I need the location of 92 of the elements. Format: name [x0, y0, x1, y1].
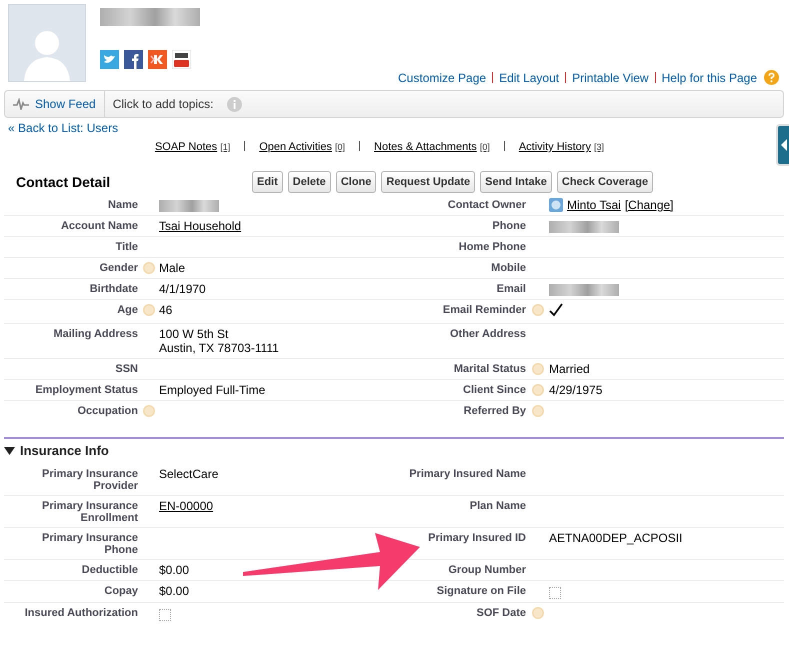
field-label: Other Address [448, 327, 526, 342]
action-button[interactable]: Send Intake [480, 171, 552, 193]
page-link[interactable]: Help for this Page [662, 70, 757, 84]
field-link[interactable]: EN-00000 [159, 499, 214, 513]
back-link[interactable]: Back to List: Users [18, 121, 118, 135]
action-button[interactable]: Clone [336, 171, 376, 193]
field-label: Primary Insured ID [427, 531, 526, 546]
field-label: Primary Insurance Enrollment [41, 499, 138, 526]
field-label: Mobile [490, 261, 526, 276]
field-value: 4/29/1975 [549, 383, 602, 397]
video-logo-icon[interactable] [172, 50, 191, 69]
info-icon[interactable] [227, 96, 242, 112]
field-label: Account Name [60, 219, 138, 234]
field-value: AETNA00DEP_ACPOSII [549, 531, 682, 545]
field-label: Copay [103, 584, 138, 599]
page-link[interactable]: Edit Layout [499, 70, 560, 84]
field-label: Email [496, 282, 526, 297]
letter-k-icon[interactable] [148, 50, 167, 69]
help-icon[interactable] [532, 607, 544, 619]
help-icon[interactable] [142, 262, 154, 274]
blurred-text [549, 284, 619, 296]
field-label: SOF Date [475, 606, 526, 621]
pulse-icon [13, 98, 29, 110]
field-label: Primary Insurance Phone [41, 531, 138, 558]
help-icon[interactable] [532, 363, 544, 375]
field-value: 46 [159, 303, 172, 317]
related-list-link[interactable]: SOAP Notes [154, 141, 218, 153]
field-value: $0.00 [159, 584, 190, 598]
blurred-text [549, 221, 619, 233]
sidebar-toggle[interactable] [776, 124, 789, 166]
letter-f-icon[interactable] [124, 50, 143, 69]
page-link[interactable]: Printable View [572, 70, 649, 84]
field-label: Signature on File [436, 584, 526, 599]
field-label: Birthdate [88, 282, 138, 297]
field-label: Email Reminder [442, 303, 526, 318]
user-icon [549, 198, 563, 212]
collapse-icon[interactable] [4, 445, 15, 456]
record-count: [1] [220, 142, 230, 152]
help-icon[interactable] [142, 304, 154, 316]
action-button[interactable]: Edit [252, 171, 283, 193]
action-button[interactable]: Check Coverage [556, 171, 654, 193]
related-list-link[interactable]: Open Activities [259, 141, 332, 153]
field-value: 4/1/1970 [159, 282, 206, 296]
section-title: Insurance Info [20, 443, 109, 458]
field-value: Male [159, 261, 186, 275]
record-count: [3] [594, 142, 604, 152]
blurred-text [159, 200, 219, 212]
field-label: Marital Status [452, 362, 526, 377]
field-label: Age [116, 303, 138, 318]
back-marker: « [8, 121, 15, 135]
field-label: Title [114, 240, 138, 255]
record-count: [0] [335, 142, 346, 152]
change-link[interactable]: [Change] [624, 198, 674, 212]
field-label: Group Number [447, 563, 526, 578]
related-list-link[interactable]: Activity History [518, 141, 591, 153]
field-label: Name [107, 198, 138, 213]
record-count: [0] [480, 142, 490, 152]
field-label: Deductible [80, 563, 138, 578]
field-value: $0.00 [159, 563, 190, 577]
field-label: Phone [491, 219, 526, 234]
related-list-link[interactable]: Notes & Attachments [374, 141, 477, 153]
field-value: 100 W 5th St Austin, TX 78703-1111 [159, 327, 279, 355]
field-label: Referred By [462, 404, 526, 419]
field-value: SelectCare [159, 467, 218, 481]
field-label: Primary Insured Name [408, 467, 526, 482]
field-link[interactable]: Tsai Household [159, 219, 242, 233]
field-label: Client Since [462, 383, 526, 398]
field-label: Employment Status [34, 383, 138, 398]
help-icon[interactable] [532, 405, 544, 417]
field-label: Occupation [76, 404, 138, 419]
bird-icon[interactable] [100, 50, 119, 69]
field-label: Primary Insurance Provider [41, 467, 138, 494]
add-topics-link[interactable]: Click to add topics: [104, 97, 222, 111]
field-label: Insured Authorization [24, 606, 138, 621]
field-value: Employed Full-Time [159, 383, 266, 397]
field-label: Plan Name [468, 499, 526, 514]
help-icon[interactable] [764, 70, 779, 85]
show-feed-button[interactable]: Show Feed [5, 91, 105, 117]
help-icon[interactable] [142, 405, 154, 417]
section-title: Contact Detail [16, 174, 112, 190]
page-link[interactable]: Customize Page [398, 70, 486, 84]
help-icon[interactable] [532, 304, 544, 316]
field-label: Gender [98, 261, 138, 276]
field-label: Home Phone [458, 240, 526, 255]
owner-link[interactable]: Minto Tsai [567, 198, 621, 212]
field-label: SSN [114, 362, 138, 377]
field-value: Married [549, 362, 590, 376]
action-button[interactable]: Request Update [381, 171, 476, 193]
help-icon[interactable] [532, 384, 544, 396]
field-label: Contact Owner [446, 198, 526, 213]
field-label: Mailing Address [52, 327, 138, 342]
action-button[interactable]: Delete [288, 171, 331, 193]
